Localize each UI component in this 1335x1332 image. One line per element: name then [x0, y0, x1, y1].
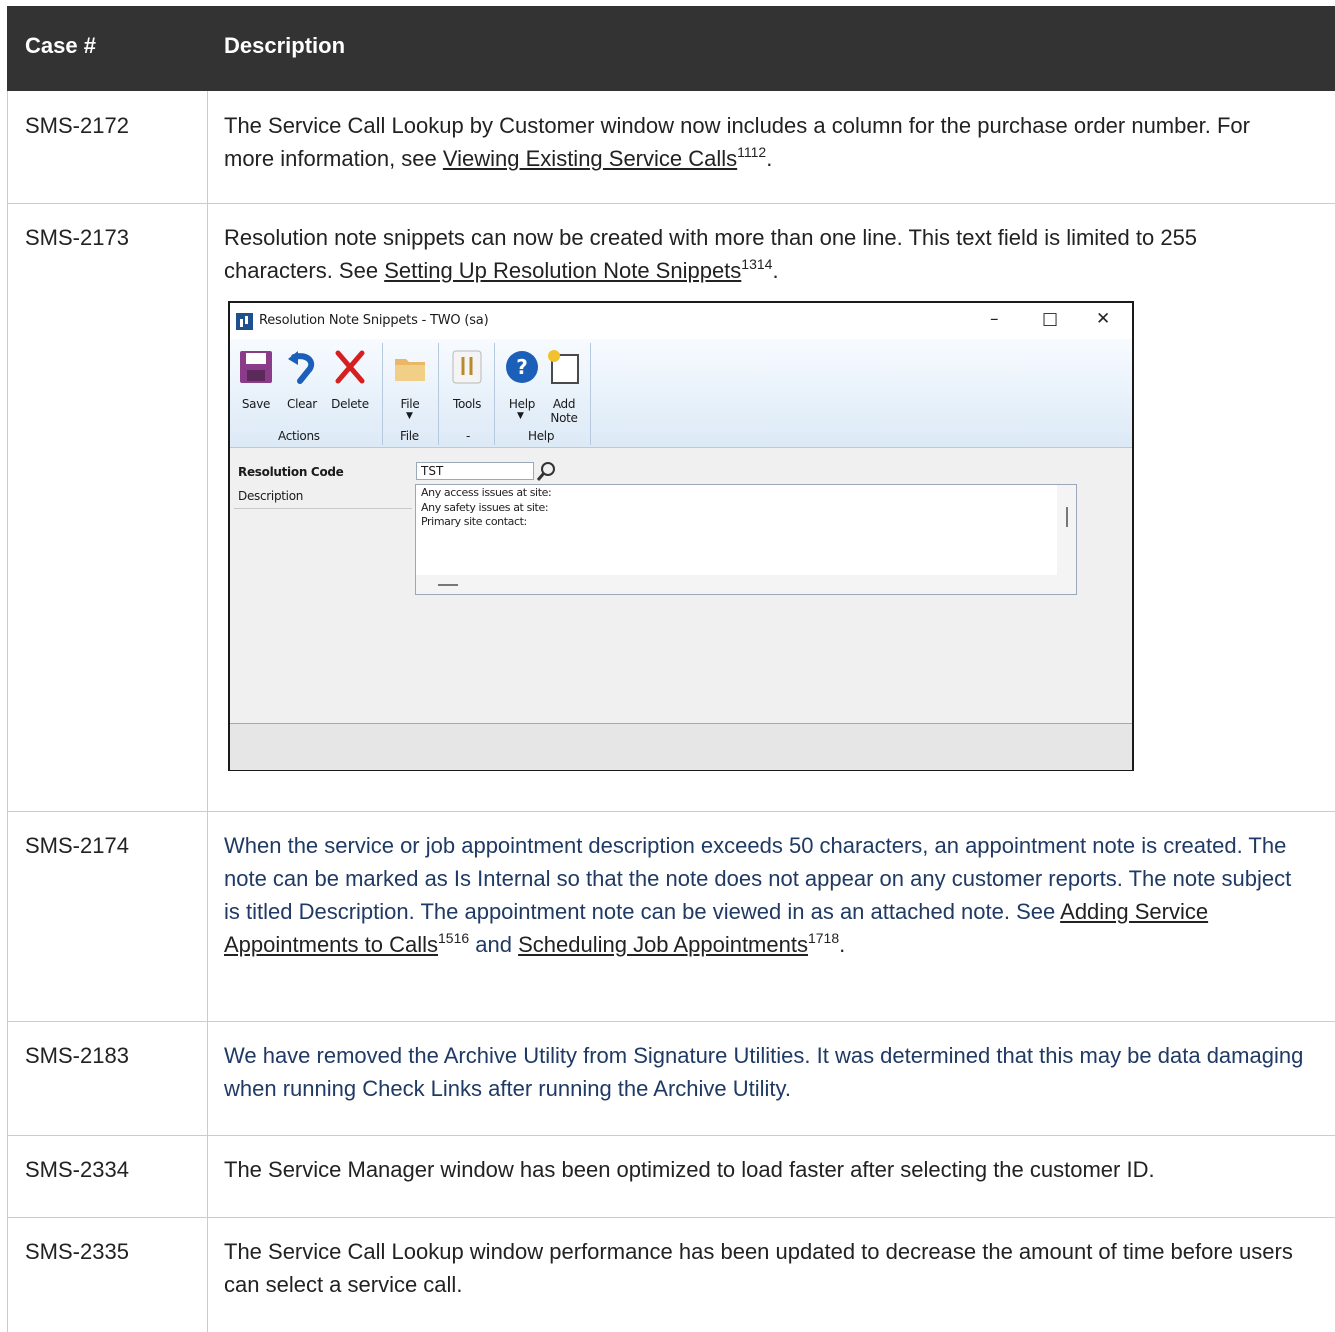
case-number: SMS-2334 [25, 1157, 129, 1182]
footnote-ref: 1112 [737, 144, 767, 160]
row-description: The Service Manager window has been opti… [224, 1157, 1155, 1182]
svg-text:?: ? [516, 355, 528, 379]
tools-label: Tools [452, 397, 482, 411]
table-header: Case # Description [7, 6, 1335, 91]
link-setting-up-resolution-note-snippets[interactable]: Setting Up Resolution Note Snippets [384, 258, 741, 283]
save-icon [240, 351, 272, 383]
file-menu-button[interactable]: File ▼ [390, 347, 430, 427]
description-text: . [772, 258, 779, 283]
clear-label: Clear [287, 397, 317, 411]
case-number: SMS-2183 [25, 1043, 129, 1068]
ribbon-separator [382, 343, 383, 445]
footnote-ref: 1314 [741, 256, 773, 272]
case-number: SMS-2335 [25, 1239, 129, 1264]
add-note-label-2: Note [550, 411, 578, 425]
description-line: Any access issues at site: [421, 486, 552, 499]
description-line: Any safety issues at site: [421, 501, 549, 514]
row-description: We have removed the Archive Utility from… [224, 1043, 1304, 1101]
link-viewing-existing-service-calls[interactable]: Viewing Existing Service Calls [443, 146, 737, 171]
footnote-ref: 1516 [438, 930, 470, 946]
description-text: . [839, 932, 846, 957]
window-status-bar [230, 723, 1132, 770]
chevron-down-icon: ▼ [517, 411, 524, 421]
add-note-button[interactable]: Add Note [544, 347, 584, 427]
chevron-down-icon: ▼ [406, 411, 413, 421]
case-number: SMS-2173 [25, 225, 129, 250]
group-file-label: File [400, 429, 419, 443]
delete-button[interactable]: Delete [328, 347, 372, 427]
add-note-label-1: Add [552, 397, 576, 411]
description-textarea[interactable]: Any access issues at site: Any safety is… [415, 484, 1077, 595]
table-row: SMS-2334 The Service Manager window has … [7, 1135, 1335, 1218]
clear-button[interactable]: Clear [282, 347, 322, 427]
clear-icon [288, 351, 315, 384]
row-description: The Service Call Lookup window performan… [224, 1239, 1293, 1297]
description-line: Primary site contact: [421, 515, 527, 528]
ribbon-separator [438, 343, 439, 445]
row-description: Resolution note snippets can now be crea… [224, 221, 1304, 287]
tools-button[interactable]: Tools [446, 347, 488, 427]
ribbon-separator [590, 343, 591, 445]
help-icon: ? [506, 351, 538, 383]
resolution-note-snippets-window: Resolution Note Snippets - TWO (sa) – □ … [228, 301, 1134, 771]
link-scheduling-job-appointments[interactable]: Scheduling Job Appointments [518, 932, 808, 957]
group-actions-label: Actions [278, 429, 320, 443]
header-description: Description [224, 33, 346, 58]
description-text: and [469, 932, 519, 957]
footnote-ref: 1718 [807, 930, 840, 946]
resolution-code-label: Resolution Code [238, 465, 344, 479]
resolution-code-field[interactable]: TST [416, 462, 534, 480]
file-label: File [400, 397, 420, 411]
maximize-icon[interactable]: □ [1042, 309, 1058, 329]
save-label: Save [241, 397, 271, 411]
header-case: Case # [25, 33, 96, 58]
ribbon-toolbar: Save Clear Delete File ▼ Tools ? Help ▼ … [230, 339, 1132, 448]
file-icon [395, 359, 425, 381]
case-number: SMS-2172 [25, 113, 129, 138]
row-description: When the service or job appointment desc… [224, 829, 1304, 961]
table-row: SMS-2174 When the service or job appoint… [7, 811, 1335, 1022]
table-row: SMS-2335 The Service Call Lookup window … [7, 1217, 1335, 1326]
table-row: SMS-2172 The Service Call Lookup by Cust… [7, 91, 1335, 204]
field-divider [234, 508, 412, 509]
app-icon [236, 313, 253, 330]
delete-icon [335, 350, 365, 384]
horizontal-scrollbar[interactable] [416, 575, 1057, 594]
save-button[interactable]: Save [236, 347, 276, 427]
release-notes-table: Case # Description SMS-2172 The Service … [7, 6, 1335, 1332]
help-button[interactable]: ? Help ▼ [502, 347, 542, 427]
row-description: The Service Call Lookup by Customer wind… [224, 109, 1304, 175]
vertical-scrollbar[interactable] [1057, 485, 1076, 594]
case-number: SMS-2174 [25, 833, 129, 858]
scrollbar-thumb[interactable] [438, 584, 458, 586]
description-label: Description [238, 489, 304, 503]
help-label: Help [508, 397, 536, 411]
group-help-label: Help [528, 429, 555, 443]
delete-label: Delete [331, 397, 369, 411]
add-note-icon [548, 350, 579, 384]
window-title: Resolution Note Snippets - TWO (sa) [259, 313, 489, 328]
description-text: . [766, 146, 773, 171]
lookup-icon[interactable] [536, 460, 558, 482]
tools-icon [452, 350, 482, 384]
minimize-icon[interactable]: – [990, 309, 999, 329]
close-icon[interactable]: ✕ [1096, 309, 1110, 329]
group-tools-label: - [466, 429, 471, 443]
table-row: SMS-2183 We have removed the Archive Uti… [7, 1021, 1335, 1136]
scrollbar-thumb[interactable] [1066, 507, 1068, 527]
ribbon-separator [494, 343, 495, 445]
window-titlebar: Resolution Note Snippets - TWO (sa) – □ … [230, 303, 1132, 339]
